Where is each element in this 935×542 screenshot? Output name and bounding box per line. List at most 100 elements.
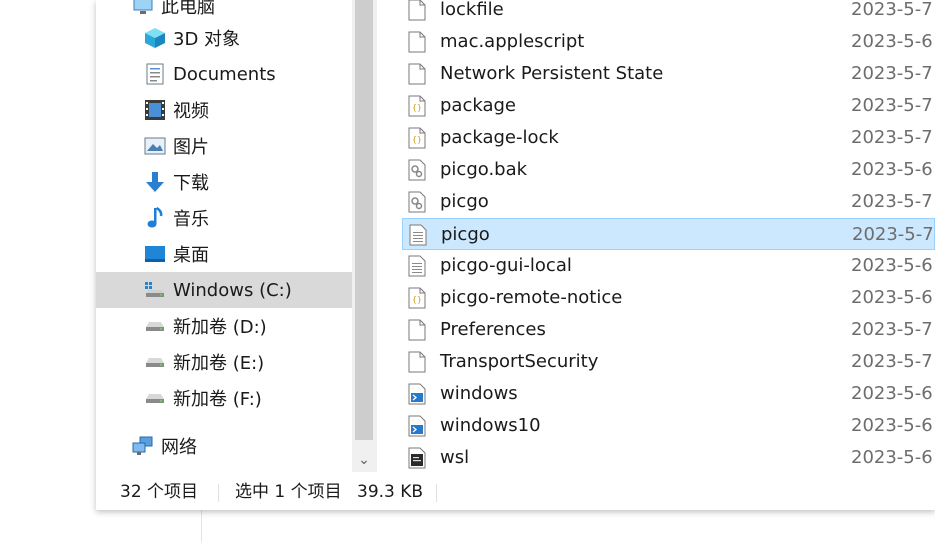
navigation-pane: 此电脑 3D 对象 Documents 视频 图片 下载 音乐 桌面 Windo… [96, 0, 352, 472]
nav-item-volume-d[interactable]: 新加卷 (D:) [96, 308, 352, 344]
drive-icon [144, 315, 166, 337]
file-date-modified: 2023-5-7 [851, 191, 933, 212]
scrollbar-thumb[interactable] [355, 0, 373, 440]
file-date-modified: 2023-5-6 [851, 415, 933, 436]
json-file-icon: {} [408, 95, 426, 117]
blank-file-icon [408, 0, 426, 21]
file-row[interactable]: wsl 2023-5-6 [402, 442, 935, 472]
file-name: picgo.bak [440, 159, 528, 180]
nav-item-music[interactable]: 音乐 [96, 200, 352, 236]
status-separator [218, 484, 219, 502]
file-date-modified: 2023-5-6 [851, 159, 933, 180]
file-row[interactable]: TransportSecurity 2023-5-7 [402, 346, 935, 378]
blank-file-icon [408, 351, 426, 373]
nav-item-label: 下载 [173, 173, 209, 194]
file-row[interactable]: Network Persistent State 2023-5-7 [402, 58, 935, 90]
nav-item-label: 新加卷 (F:) [173, 389, 262, 410]
file-list: lockfile 2023-5-7 mac.applescript 2023-5-6 N… [402, 0, 935, 472]
config-file-icon [408, 159, 426, 181]
file-date-modified: 2023-5-6 [851, 383, 933, 404]
file-row[interactable]: picgo 2023-5-7 [402, 186, 935, 218]
nav-item-label: 视频 [173, 101, 209, 122]
file-row[interactable]: windows10 2023-5-6 [402, 410, 935, 442]
file-date-modified: 2023-5-7 [851, 319, 933, 340]
nav-item-documents[interactable]: Documents [96, 56, 352, 92]
scroll-down-arrow-icon[interactable]: ⌄ [352, 448, 376, 472]
desktop-icon [144, 243, 166, 265]
file-date-modified: 2023-5-7 [852, 224, 934, 245]
download-arrow-icon [144, 171, 166, 193]
file-row[interactable]: {} package 2023-5-7 [402, 90, 935, 122]
nav-item-label: 桌面 [173, 245, 209, 266]
file-row[interactable]: picgo-gui-local 2023-5-6 [402, 250, 935, 282]
svg-text:{}: {} [412, 135, 422, 144]
picture-icon [144, 135, 166, 157]
file-date-modified: 2023-5-6 [851, 31, 933, 52]
file-row[interactable]: picgo 2023-5-7 [402, 218, 935, 250]
video-icon [144, 99, 166, 121]
nav-item-label: 3D 对象 [173, 29, 241, 50]
file-name: picgo-gui-local [440, 255, 572, 276]
script-file-icon [408, 415, 426, 437]
file-date-modified: 2023-5-7 [851, 127, 933, 148]
background-divider [201, 510, 202, 542]
file-date-modified: 2023-5-6 [851, 447, 933, 468]
navigation-scrollbar[interactable]: ⌄ [352, 0, 376, 472]
file-name: windows10 [440, 415, 541, 436]
status-separator [436, 484, 437, 502]
file-row[interactable]: Preferences 2023-5-7 [402, 314, 935, 346]
file-row[interactable]: {} package-lock 2023-5-7 [402, 122, 935, 154]
file-row[interactable]: picgo.bak 2023-5-6 [402, 154, 935, 186]
json-file-icon: {} [408, 127, 426, 149]
nav-item-3d-objects[interactable]: 3D 对象 [96, 20, 352, 56]
drive-icon [144, 387, 166, 409]
file-name: windows [440, 383, 518, 404]
file-name: picgo [441, 224, 490, 245]
cube-3d-icon [144, 27, 166, 49]
text-file-icon [409, 224, 427, 246]
file-name: package [440, 95, 516, 116]
pane-divider[interactable] [376, 0, 377, 472]
script-file-icon [408, 383, 426, 405]
json-file-icon: {} [408, 287, 426, 309]
config-file-icon [408, 191, 426, 213]
file-row[interactable]: {} picgo-remote-notice 2023-5-6 [402, 282, 935, 314]
drive-icon [144, 351, 166, 373]
status-selected-size: 39.3 KB [357, 482, 424, 502]
status-bar: 32 个项目 选中 1 个项目 39.3 KB [96, 472, 935, 510]
file-name: picgo [440, 191, 489, 212]
nav-item-label: 此电脑 [161, 0, 215, 18]
nav-item-network[interactable]: 网络 [96, 428, 352, 464]
file-date-modified: 2023-5-7 [851, 351, 933, 372]
svg-text:{}: {} [412, 103, 422, 112]
file-name: wsl [440, 447, 470, 468]
document-icon [144, 63, 166, 85]
blank-file-icon [408, 63, 426, 85]
nav-item-label: Windows (C:) [173, 279, 292, 301]
file-name: Preferences [440, 319, 546, 340]
nav-item-volume-f[interactable]: 新加卷 (F:) [96, 380, 352, 416]
desktop-background-bottom [0, 510, 935, 542]
nav-item-label: 新加卷 (D:) [173, 317, 267, 338]
nav-item-label: 新加卷 (E:) [173, 353, 265, 374]
music-note-icon [144, 207, 166, 229]
file-row[interactable]: mac.applescript 2023-5-6 [402, 26, 935, 58]
nav-item-label: Documents [173, 63, 276, 85]
nav-item-windows-c[interactable]: Windows (C:) [96, 272, 352, 308]
nav-item-videos[interactable]: 视频 [96, 92, 352, 128]
file-name: Network Persistent State [440, 63, 664, 84]
nav-item-label: 图片 [173, 137, 209, 158]
file-name: package-lock [440, 127, 559, 148]
nav-item-pictures[interactable]: 图片 [96, 128, 352, 164]
file-row[interactable]: lockfile 2023-5-7 [402, 0, 935, 26]
nav-item-downloads[interactable]: 下载 [96, 164, 352, 200]
nav-item-desktop[interactable]: 桌面 [96, 236, 352, 272]
blank-file-icon [408, 31, 426, 53]
status-selected-count: 选中 1 个项目 [235, 482, 342, 502]
file-name: picgo-remote-notice [440, 287, 623, 308]
windows-drive-icon [144, 279, 166, 301]
file-date-modified: 2023-5-6 [851, 255, 933, 276]
file-row[interactable]: windows 2023-5-6 [402, 378, 935, 410]
nav-item-volume-e[interactable]: 新加卷 (E:) [96, 344, 352, 380]
file-explorer-window: 此电脑 3D 对象 Documents 视频 图片 下载 音乐 桌面 Windo… [96, 0, 935, 510]
